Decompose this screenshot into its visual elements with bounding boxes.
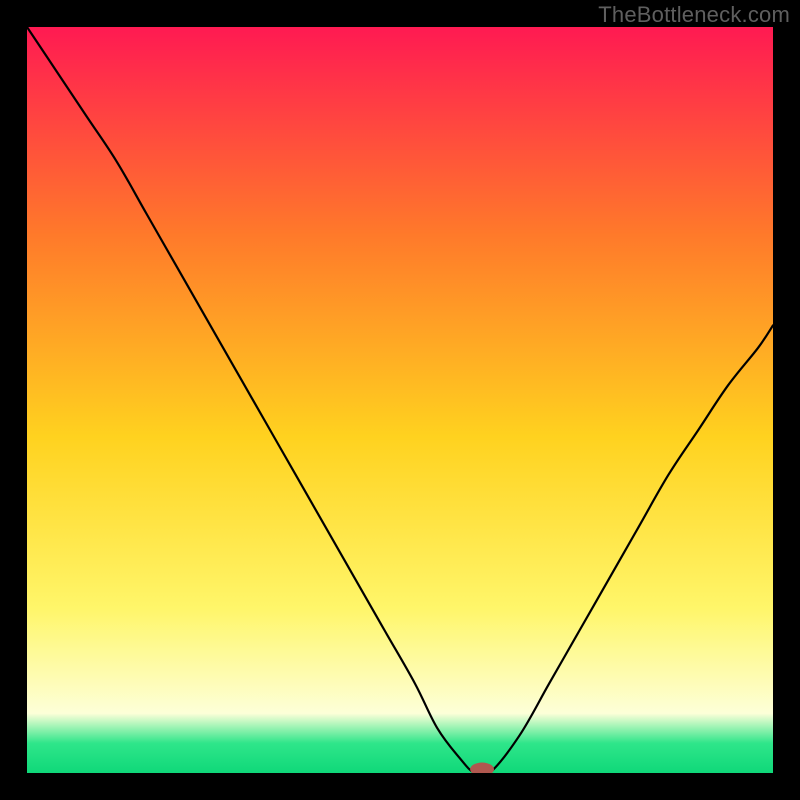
plot-svg xyxy=(27,27,773,773)
plot-area xyxy=(27,27,773,773)
gradient-background xyxy=(27,27,773,773)
attribution-label: TheBottleneck.com xyxy=(598,2,790,28)
chart-frame: TheBottleneck.com xyxy=(0,0,800,800)
